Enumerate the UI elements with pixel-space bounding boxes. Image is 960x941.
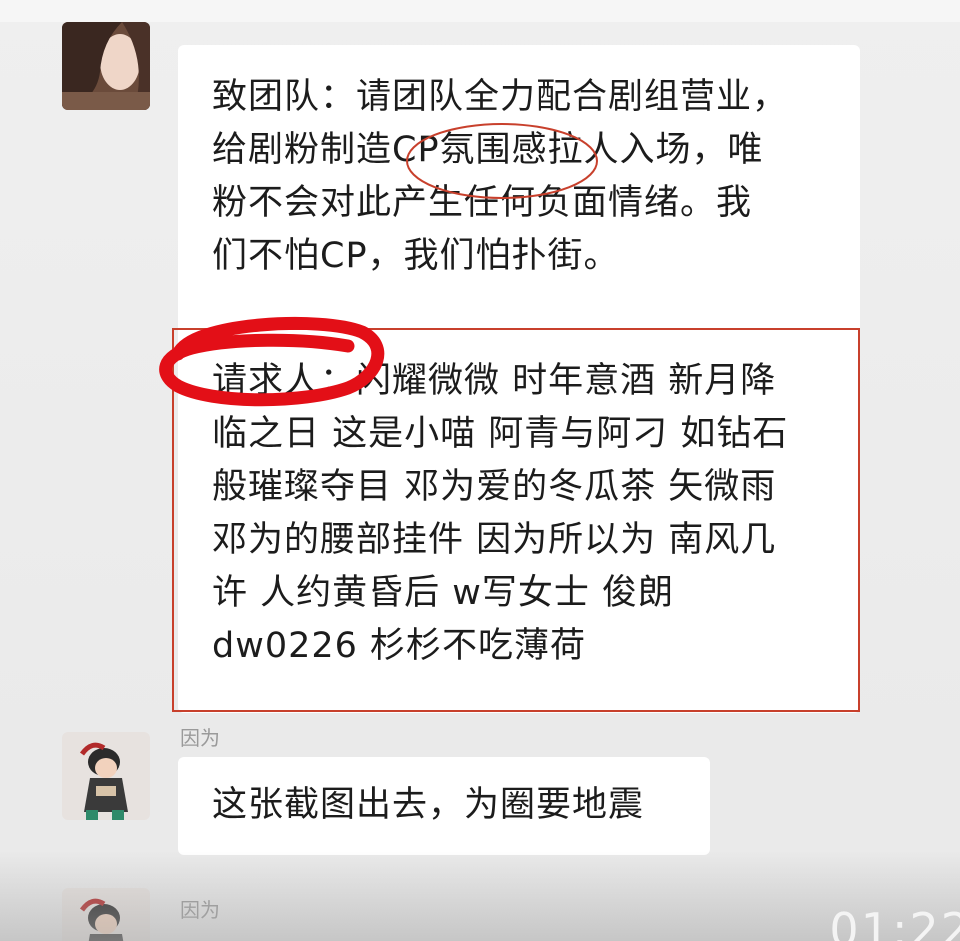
chat-screen: 致团队：请团队全力配合剧组营业， 给剧粉制造CP氛围感拉人入场，唯 粉不会对此产… bbox=[0, 0, 960, 941]
video-timestamp: 01:22 bbox=[829, 903, 960, 941]
text-line: 致团队：请团队全力配合剧组营业， bbox=[212, 77, 789, 117]
sender-name-2: 因为 bbox=[180, 726, 220, 750]
message-bubble-2[interactable]: 这张截图出去，为圈要地震 bbox=[178, 757, 710, 855]
text-line: 们不怕CP，我们怕扑街。 bbox=[212, 236, 620, 276]
requester-marker-annotation bbox=[159, 316, 385, 407]
avatar-sender-2[interactable] bbox=[62, 732, 150, 820]
header-strip bbox=[0, 0, 960, 22]
message-text-2: 这张截图出去，为圈要地震 bbox=[212, 785, 645, 825]
cp-atmosphere-circle-annotation bbox=[406, 123, 598, 199]
video-bottom-shade bbox=[0, 851, 960, 941]
avatar-sender-1[interactable] bbox=[62, 22, 150, 110]
